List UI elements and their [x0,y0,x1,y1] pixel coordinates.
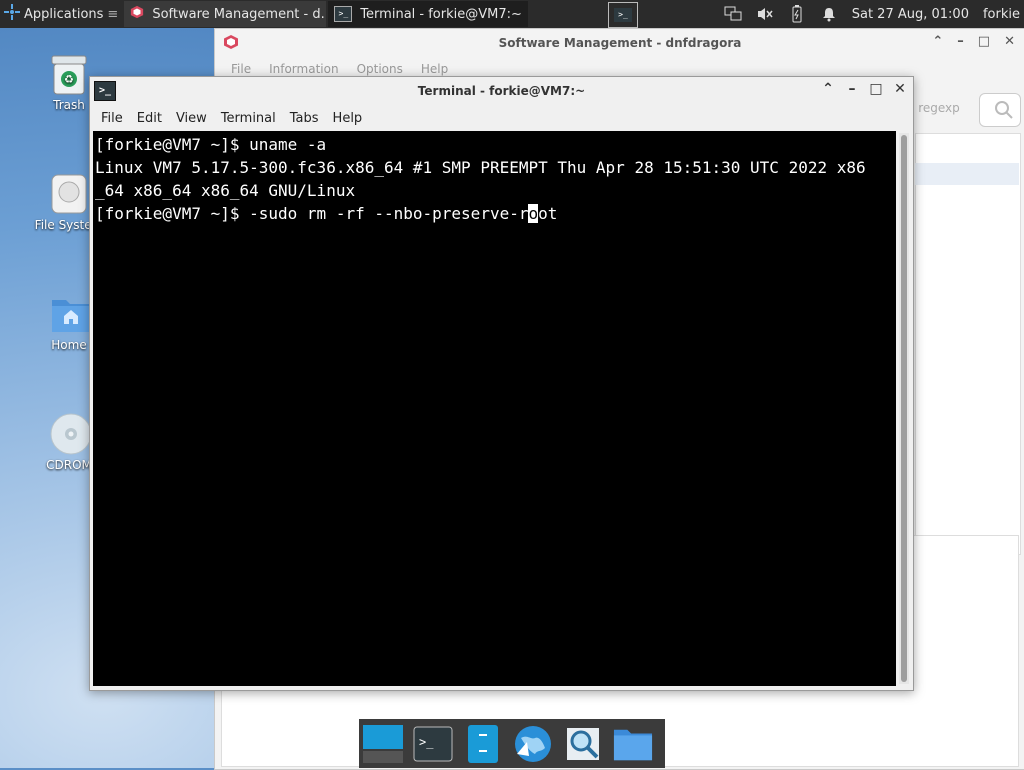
task-label: Terminal - forkie@VM7:~ [360,6,522,22]
window-titlebar[interactable]: >_ Terminal - forkie@VM7:~ ⌃ – □ ✕ [90,77,913,105]
search-field[interactable] [979,93,1021,127]
xfce-logo-icon [4,4,20,24]
terminal-icon: >_ [94,81,116,101]
search-tool-icon[interactable] [563,724,603,764]
network-icon[interactable] [724,5,742,23]
battery-icon[interactable] [788,5,806,23]
dock: >_ [359,719,665,768]
terminal-launcher-icon[interactable]: >_ [413,724,453,764]
command-after-cursor: ot [538,204,558,223]
package-groups-list[interactable] [915,133,1021,555]
folder-icon[interactable] [613,724,653,764]
volume-muted-icon[interactable] [756,5,774,23]
menu-tabs[interactable]: Tabs [283,111,326,126]
notification-bell-icon[interactable] [820,5,838,23]
window-titlebar[interactable]: Software Management - dnfdragora ⌃ – □ ✕ [215,29,1024,57]
terminal-input-line[interactable]: [forkie@VM7 ~]$ -sudo rm -rf --nbo-prese… [95,202,896,225]
package-icon [223,34,239,53]
user-name[interactable]: forkie [983,7,1020,22]
applications-label: Applications [24,6,104,22]
window-title: Software Management - dnfdragora [498,36,742,50]
menu-options[interactable]: Options [357,62,403,76]
menu-file[interactable]: File [231,62,251,76]
selected-list-row[interactable] [915,163,1019,185]
web-browser-icon[interactable] [513,724,553,764]
menu-view[interactable]: View [169,111,214,126]
menu-information[interactable]: Information [269,62,338,76]
terminal-window[interactable]: >_ Terminal - forkie@VM7:~ ⌃ – □ ✕ File … [89,76,914,691]
close-button[interactable]: ✕ [893,81,907,97]
clock[interactable]: Sat 27 Aug, 01:00 [852,7,969,22]
maximize-button[interactable]: □ [978,34,990,49]
terminal-icon: >_ [334,6,353,22]
taskbar-terminal[interactable]: >_ Terminal - forkie@VM7:~ [328,1,529,27]
terminal-line: [forkie@VM7 ~]$ uname -a [95,135,327,154]
search-icon [995,101,1013,119]
menu-edit[interactable]: Edit [130,111,169,126]
home-folder-icon [49,292,90,332]
show-desktop-icon[interactable] [363,724,403,764]
drive-icon [49,172,89,214]
file-manager-icon[interactable] [463,724,503,764]
menu-overflow-icon: ≡ [107,6,119,22]
taskbar-software-management[interactable]: Software Management - d... [124,1,327,27]
trash-icon: ♻ [49,52,89,95]
top-panel: Applications ≡ Software Management - d..… [0,0,1024,28]
command-before-cursor: -sudo rm -rf --nbo-preserve-r [249,204,529,223]
terminal-output[interactable]: [forkie@VM7 ~]$ uname -a Linux VM7 5.17.5… [93,131,896,686]
menu-bar: File Edit View Terminal Tabs Help [90,105,913,131]
terminal-line: _64 x86_64 x86_64 GNU/Linux [95,181,356,200]
menu-file[interactable]: File [94,111,130,126]
svg-text:>_: >_ [419,735,434,749]
workspace-switcher[interactable]: >_ [608,2,638,28]
terminal-line: Linux VM7 5.17.5-300.fc36.x86_64 #1 SMP … [95,158,866,177]
menu-help[interactable]: Help [326,111,370,126]
shade-button[interactable]: ⌃ [821,81,835,97]
package-icon [130,5,144,23]
svg-text:♻: ♻ [64,73,74,86]
text-cursor: o [528,204,539,223]
menu-help[interactable]: Help [421,62,448,76]
scrollbar-thumb[interactable] [901,135,907,682]
menu-terminal[interactable]: Terminal [214,111,283,126]
maximize-button[interactable]: □ [869,81,883,97]
minimize-button[interactable]: – [845,81,859,97]
window-title: Terminal - forkie@VM7:~ [417,84,586,98]
scrollbar[interactable] [899,133,909,684]
prompt: [forkie@VM7 ~]$ [95,204,250,223]
terminal-icon: >_ [614,8,632,22]
task-label: Software Management - d... [152,6,327,22]
regexp-label: e regexp [907,101,960,115]
applications-menu[interactable]: Applications ≡ [0,0,122,28]
shade-button[interactable]: ⌃ [932,34,943,49]
close-button[interactable]: ✕ [1004,34,1015,49]
minimize-button[interactable]: – [957,34,964,49]
cdrom-icon [49,412,92,455]
